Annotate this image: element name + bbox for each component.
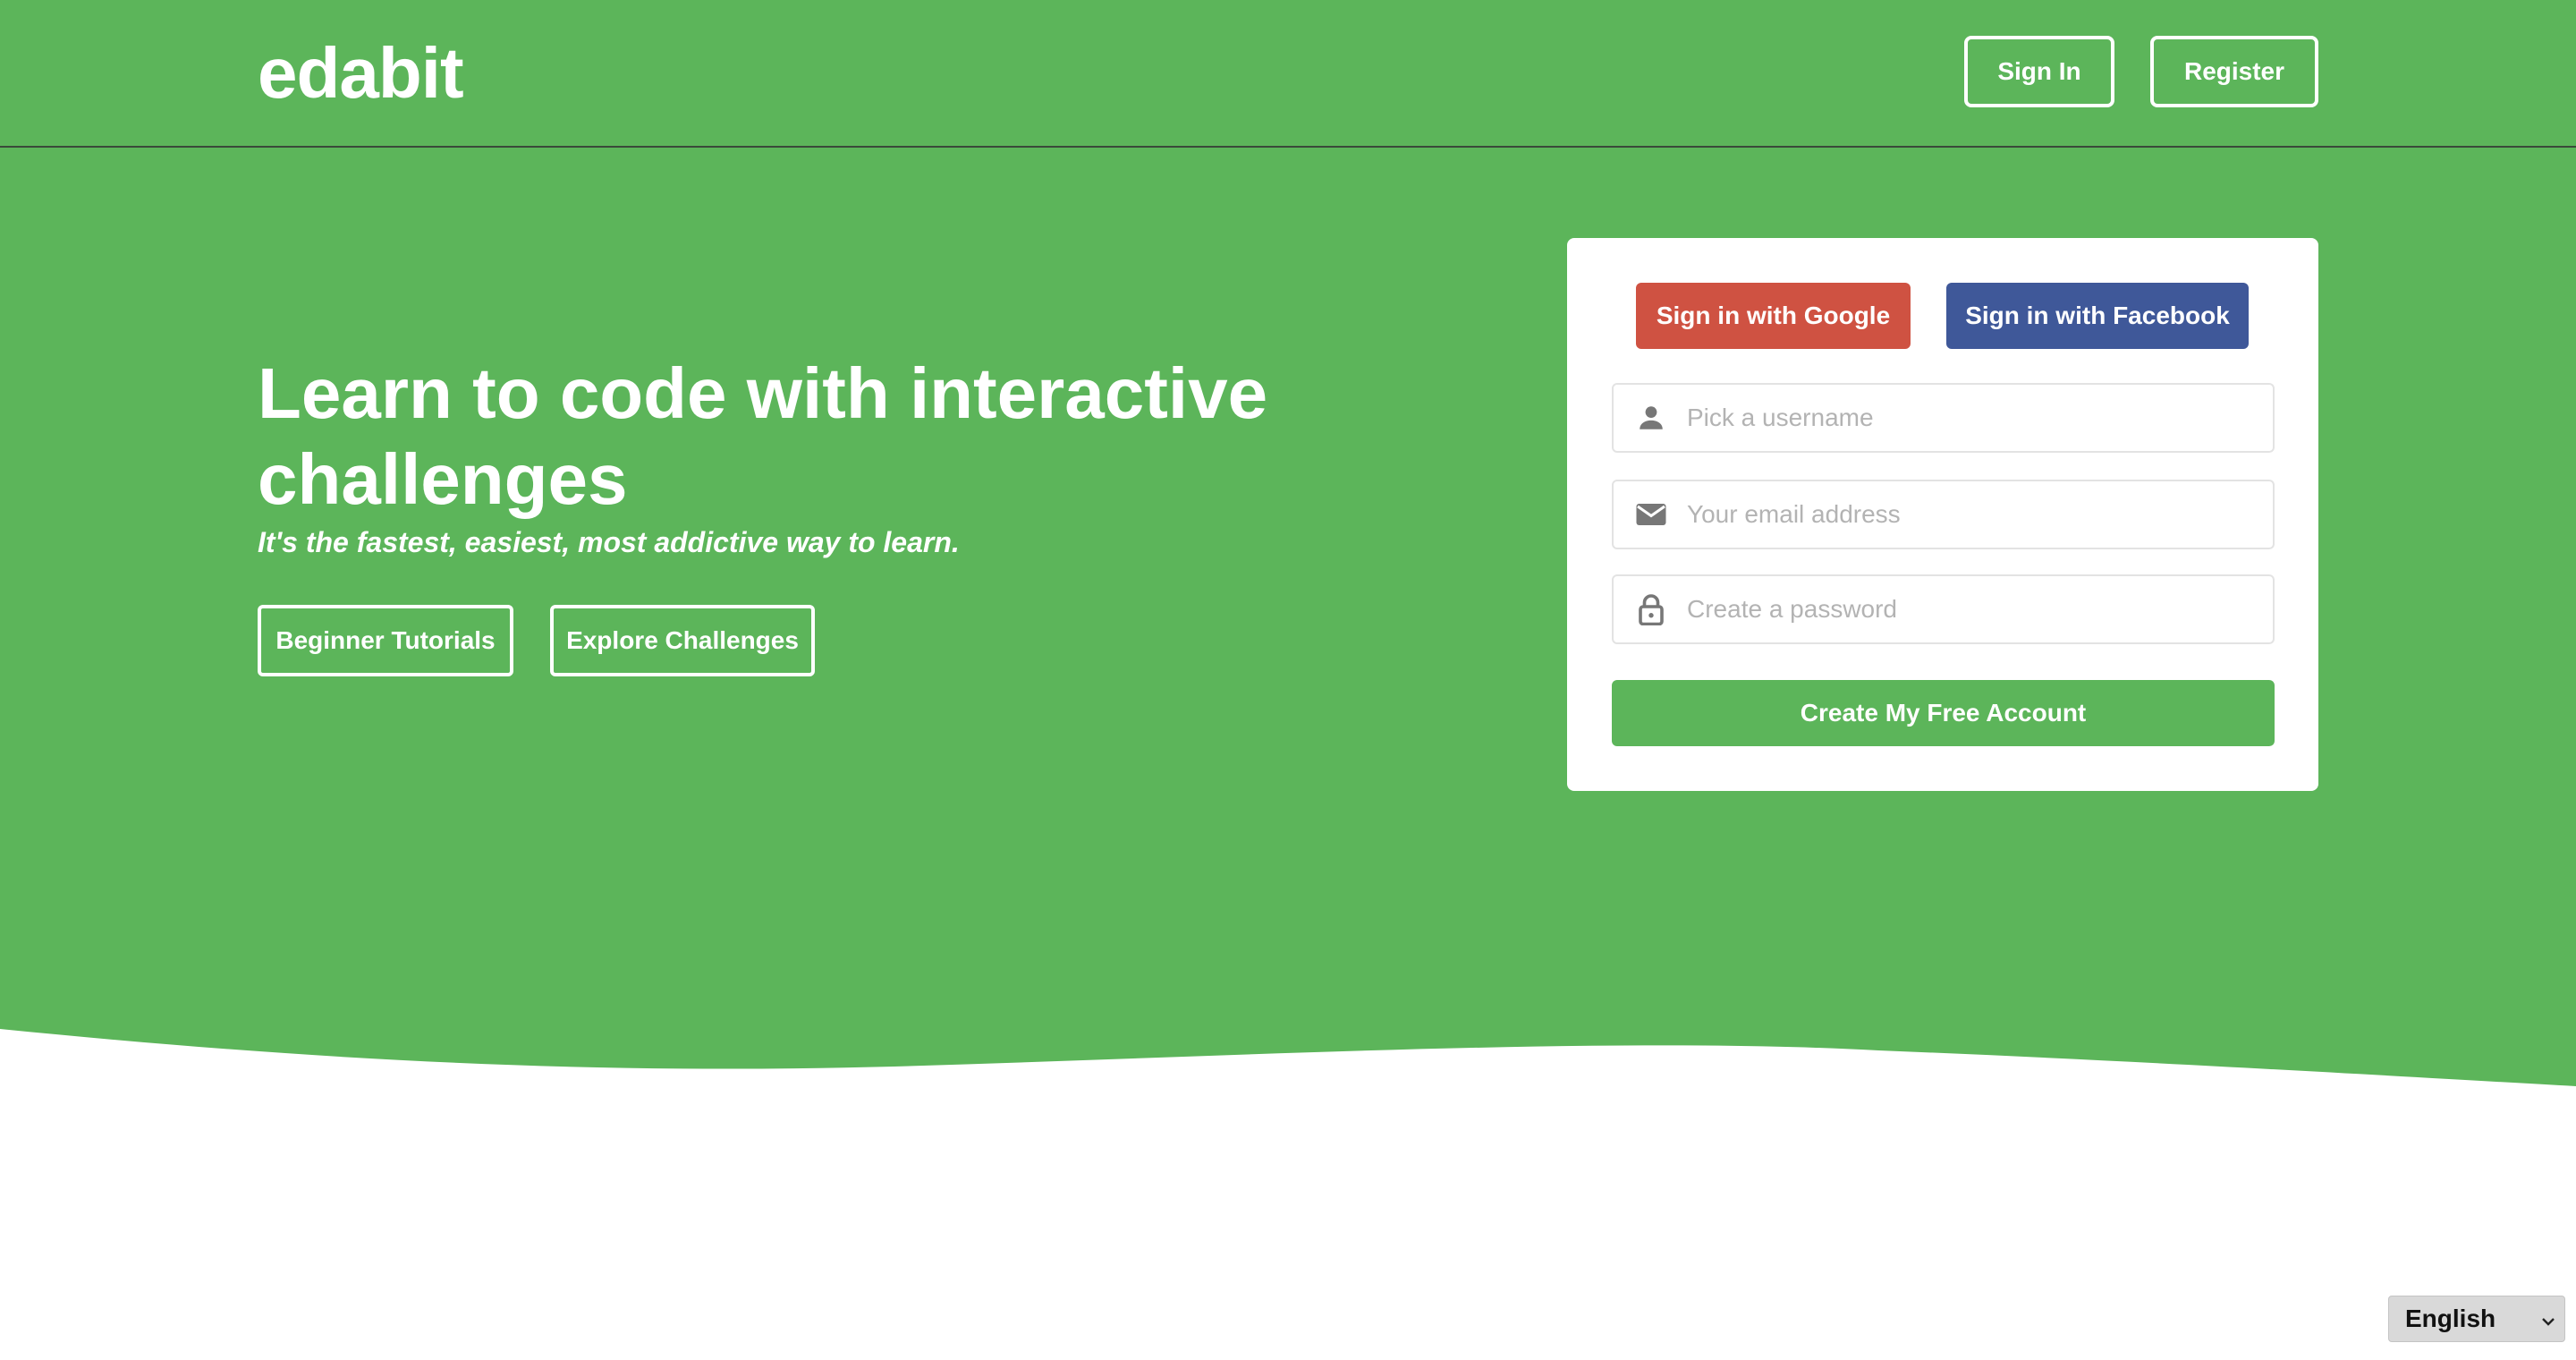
facebook-signin-button[interactable]: Sign in with Facebook: [1946, 283, 2249, 349]
username-input[interactable]: [1687, 391, 2241, 445]
beginner-tutorials-button[interactable]: Beginner Tutorials: [258, 605, 513, 676]
google-signin-button[interactable]: Sign in with Google: [1636, 283, 1911, 349]
register-button[interactable]: Register: [2150, 36, 2318, 107]
lock-icon: [1633, 591, 1669, 627]
chevron-down-icon: [2541, 1305, 2555, 1333]
password-field[interactable]: [1612, 574, 2275, 644]
hero-tagline: It's the fastest, easiest, most addictiv…: [258, 526, 960, 558]
hero-headline: Learn to code with interactive challenge…: [258, 353, 1268, 519]
password-input[interactable]: [1687, 582, 2241, 636]
create-account-button[interactable]: Create My Free Account: [1612, 680, 2275, 746]
email-icon: [1633, 497, 1669, 532]
email-input[interactable]: [1687, 488, 2241, 541]
user-icon: [1633, 400, 1669, 436]
signup-card: Sign in with Google Sign in with Faceboo…: [1567, 238, 2318, 791]
username-field[interactable]: [1612, 383, 2275, 453]
sign-in-button[interactable]: Sign In: [1964, 36, 2114, 107]
email-field[interactable]: [1612, 480, 2275, 549]
logo[interactable]: edabit: [258, 32, 464, 115]
explore-challenges-button[interactable]: Explore Challenges: [550, 605, 815, 676]
hero-wave: [0, 1029, 2576, 1163]
top-navbar: edabit Sign In Register: [0, 0, 2576, 148]
language-select[interactable]: English: [2388, 1296, 2565, 1342]
language-selected-label: English: [2405, 1305, 2496, 1332]
